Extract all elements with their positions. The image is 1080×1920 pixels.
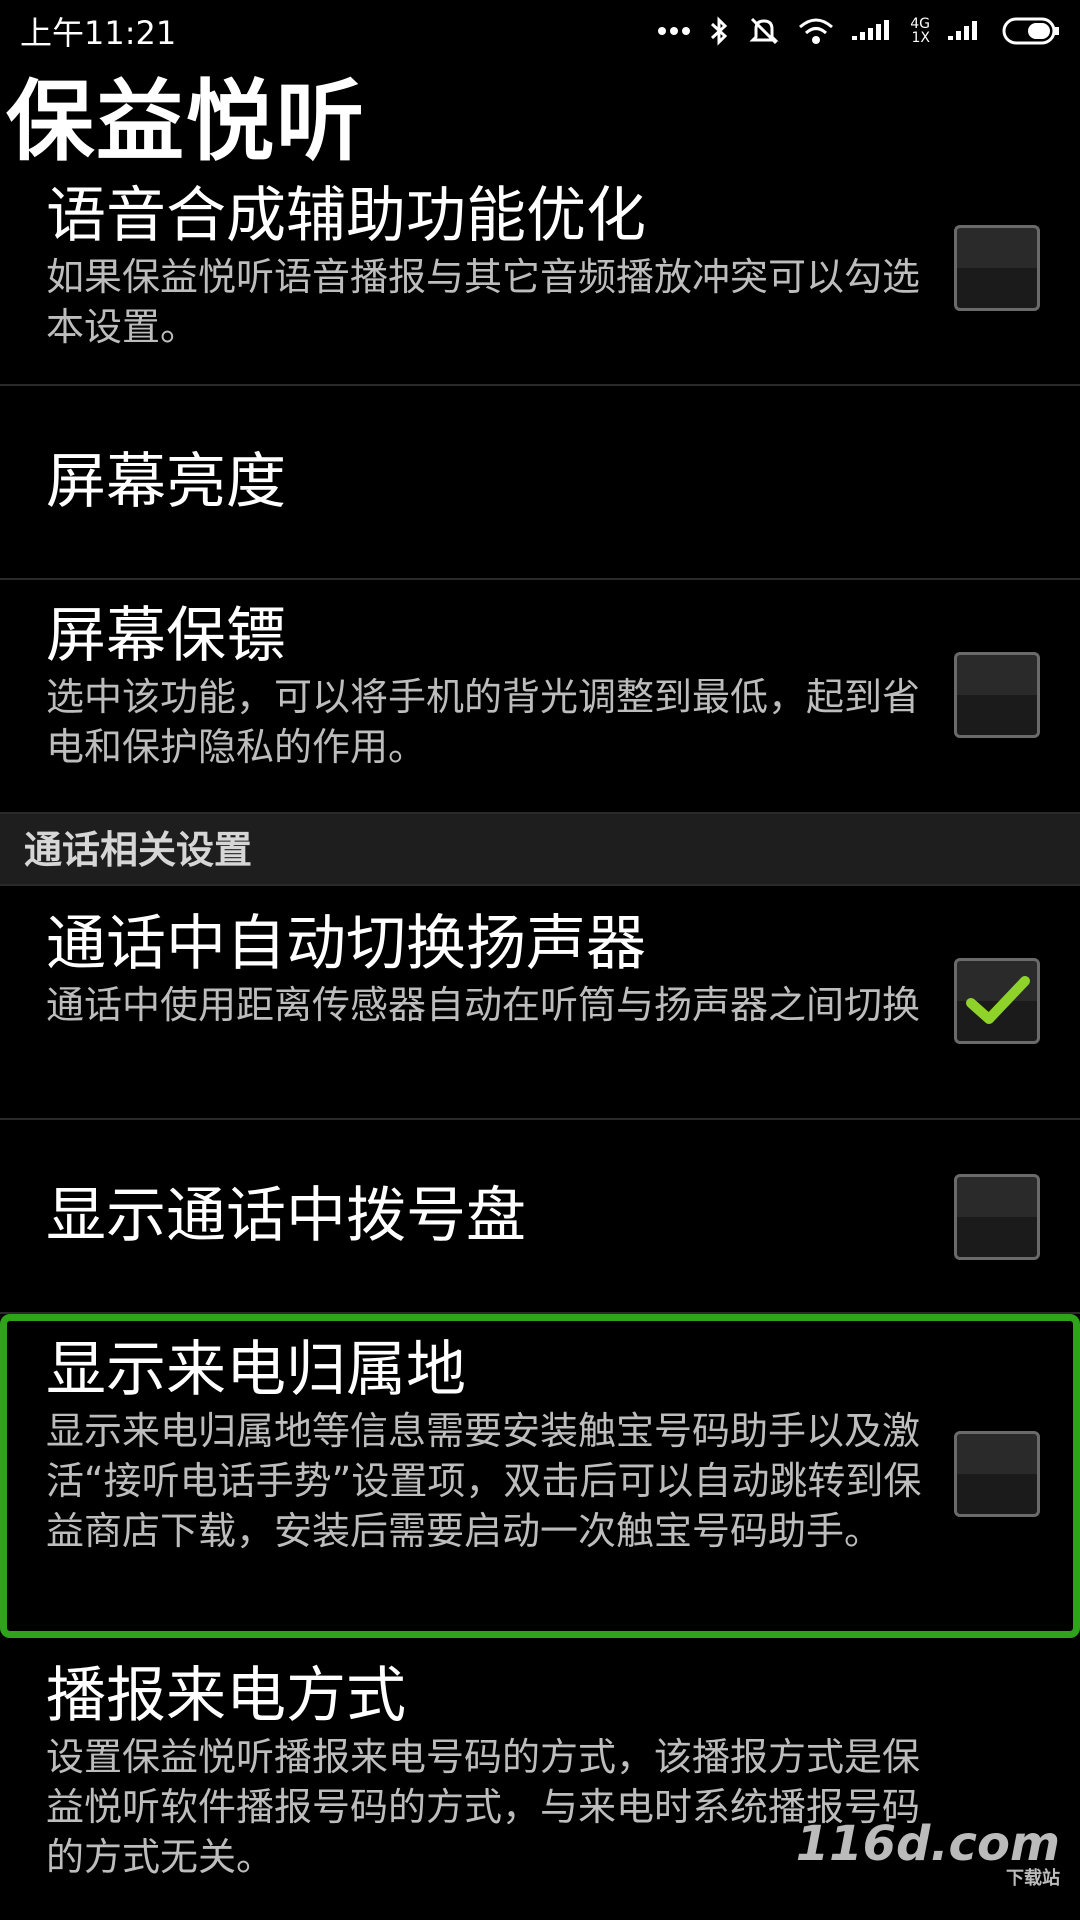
battery-icon bbox=[1002, 17, 1060, 45]
settings-list: 语音合成辅助功能优化 如果保益悦听语音播报与其它音频播放冲突可以勾选本设置。 屏… bbox=[0, 172, 1080, 1898]
signal-bars-icon bbox=[948, 16, 984, 46]
setting-title: 屏幕亮度 bbox=[46, 447, 286, 517]
wifi-icon bbox=[798, 17, 834, 45]
setting-show-dialpad[interactable]: 显示通话中拨号盘 bbox=[0, 1120, 1080, 1314]
checkbox-checked[interactable] bbox=[954, 958, 1040, 1044]
checkbox[interactable] bbox=[954, 652, 1040, 738]
setting-caller-location[interactable]: 显示来电归属地 显示来电归属地等信息需要安装触宝号码助手以及激活“接听电话手势”… bbox=[0, 1314, 1080, 1638]
checkbox[interactable] bbox=[954, 1174, 1040, 1260]
setting-title: 播报来电方式 bbox=[46, 1661, 406, 1731]
setting-description: 显示来电归属地等信息需要安装触宝号码助手以及激活“接听电话手势”设置项，双击后可… bbox=[46, 1409, 922, 1553]
setting-screen-brightness[interactable]: 屏幕亮度 bbox=[0, 386, 1080, 580]
setting-description: 设置保益悦听播报来电号码的方式，该播报方式是保益悦听软件播报号码的方式，与来电时… bbox=[46, 1735, 921, 1879]
setting-auto-speaker[interactable]: 通话中自动切换扬声器 通话中使用距离传感器自动在听筒与扬声器之间切换 bbox=[0, 886, 1080, 1120]
watermark-logo: 116d.com 下载站 bbox=[796, 1816, 1060, 1890]
checkmark-icon bbox=[966, 976, 1030, 1024]
setting-description: 如果保益悦听语音播报与其它音频播放冲突可以勾选本设置。 bbox=[46, 255, 921, 349]
checkbox[interactable] bbox=[954, 225, 1040, 311]
setting-description: 选中该功能，可以将手机的背光调整到最低，起到省电和保护隐私的作用。 bbox=[46, 675, 921, 769]
setting-description: 通话中使用距离传感器自动在听筒与扬声器之间切换 bbox=[46, 983, 921, 1027]
setting-title: 语音合成辅助功能优化 bbox=[46, 181, 646, 251]
setting-title: 屏幕保镖 bbox=[46, 601, 286, 671]
more-dots-icon bbox=[658, 26, 691, 36]
mute-icon bbox=[748, 15, 780, 47]
setting-title: 显示来电归属地 bbox=[46, 1335, 466, 1405]
status-time: 上午11:21 bbox=[20, 14, 177, 52]
network-bottom-label: 1X bbox=[911, 30, 931, 46]
network-type: 4G 1X bbox=[910, 17, 930, 45]
setting-title: 显示通话中拨号盘 bbox=[46, 1181, 526, 1251]
bluetooth-icon bbox=[708, 15, 730, 47]
setting-screen-guard[interactable]: 屏幕保镖 选中该功能，可以将手机的背光调整到最低，起到省电和保护隐私的作用。 bbox=[0, 580, 1080, 814]
setting-tts-optimize[interactable]: 语音合成辅助功能优化 如果保益悦听语音播报与其它音频播放冲突可以勾选本设置。 bbox=[0, 172, 1080, 386]
setting-title: 通话中自动切换扬声器 bbox=[46, 909, 646, 979]
section-header-call-settings: 通话相关设置 bbox=[0, 814, 1080, 886]
network-top-label: 4G bbox=[910, 16, 930, 32]
status-icons: 4G 1X bbox=[658, 15, 1060, 47]
checkbox[interactable] bbox=[954, 1431, 1040, 1517]
signal-bars-icon bbox=[852, 16, 892, 46]
app-title: 保益悦听 bbox=[6, 70, 367, 173]
status-bar: 上午11:21 4G 1X bbox=[0, 0, 1080, 62]
